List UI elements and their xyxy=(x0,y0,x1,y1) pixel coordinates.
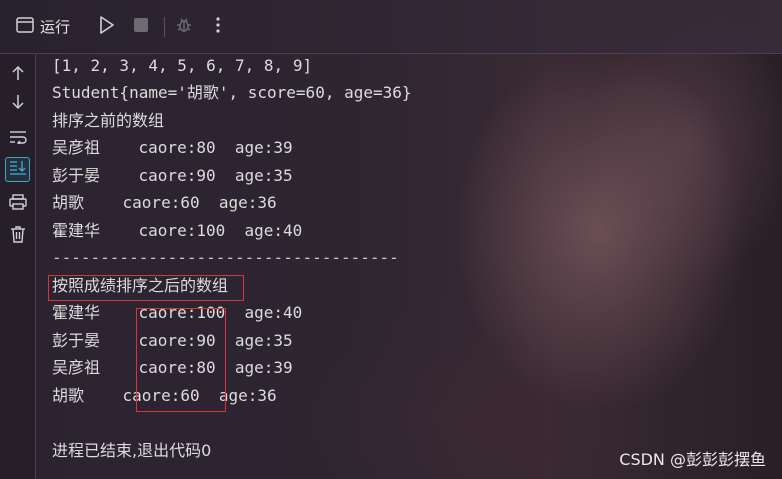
debug-icon xyxy=(175,16,193,38)
console-line: 彭于晏 caore:90 age:35 xyxy=(52,166,293,185)
debug-button[interactable] xyxy=(171,14,197,40)
arrow-down-icon xyxy=(11,94,25,114)
toolbar-separator xyxy=(164,16,166,37)
run-tab-label: 运行 xyxy=(40,18,71,36)
exit-status-line: 进程已结束,退出代码0 xyxy=(52,441,212,460)
trash-icon xyxy=(10,225,26,247)
console-window-icon xyxy=(16,16,34,37)
print-icon xyxy=(8,193,27,214)
stop-icon xyxy=(133,17,149,37)
more-icon xyxy=(215,16,221,38)
console-line: 霍建华 caore:100 age:40 xyxy=(52,221,303,240)
console-line: 吴彦祖 caore:80 age:39 xyxy=(52,138,293,157)
console-line: 胡歌 caore:60 age:36 xyxy=(52,193,277,212)
print-button[interactable] xyxy=(5,191,30,216)
run-tab[interactable]: 运行 xyxy=(16,12,70,42)
previous-occurrence-button[interactable] xyxy=(5,62,30,87)
soft-wrap-icon xyxy=(9,129,27,148)
console-line: Student{name='胡歌', score=60, age=36} xyxy=(52,83,412,102)
heading-highlight-box xyxy=(48,275,244,301)
console-side-toolbar xyxy=(0,54,36,479)
console-line: [1, 2, 3, 4, 5, 6, 7, 8, 9] xyxy=(52,56,313,75)
next-occurrence-button[interactable] xyxy=(5,91,30,116)
csdn-watermark: CSDN @彭彭彭摆鱼 xyxy=(619,450,766,469)
score-column-highlight-box xyxy=(136,308,226,412)
separator-line: ------------------------------------ xyxy=(52,248,399,267)
console-line: 排序之前的数组 xyxy=(52,111,165,130)
rerun-button[interactable] xyxy=(94,14,120,40)
run-toolbar: 运行 xyxy=(0,0,782,54)
scroll-to-end-icon xyxy=(9,160,27,180)
arrow-up-icon xyxy=(11,65,25,85)
clear-all-button[interactable] xyxy=(5,223,30,248)
more-options-button[interactable] xyxy=(205,14,231,40)
stop-button[interactable] xyxy=(128,14,154,40)
soft-wrap-button[interactable] xyxy=(5,126,30,151)
scroll-to-end-button[interactable] xyxy=(5,157,30,182)
run-icon xyxy=(99,15,115,38)
